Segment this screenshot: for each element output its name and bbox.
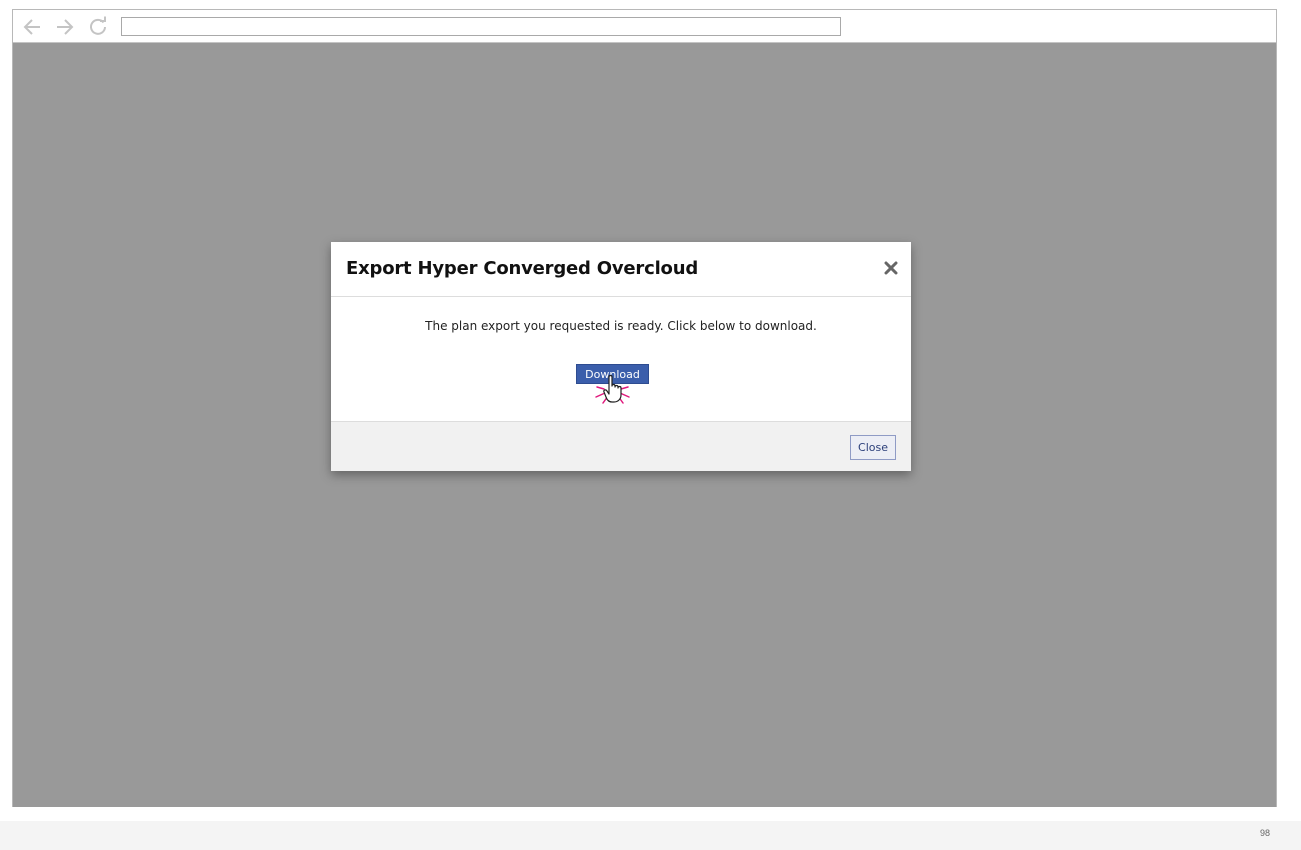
- page-number: 98: [1259, 828, 1270, 838]
- modal-body: The plan export you requested is ready. …: [331, 297, 911, 421]
- modal-title: Export Hyper Converged Overcloud: [346, 258, 699, 279]
- address-bar[interactable]: [121, 17, 841, 36]
- modal-header: Export Hyper Converged Overcloud: [331, 242, 911, 297]
- reload-icon: [90, 16, 106, 35]
- page-overlay: Export Hyper Converged Overcloud The pla…: [13, 43, 1276, 807]
- modal-footer: Close: [331, 421, 911, 471]
- back-button[interactable]: [20, 15, 44, 39]
- close-x-icon: [884, 261, 898, 275]
- close-x-button[interactable]: [883, 260, 899, 276]
- export-modal: Export Hyper Converged Overcloud The pla…: [331, 242, 911, 471]
- arrow-left-icon: [23, 19, 40, 35]
- browser-window: Export Hyper Converged Overcloud The pla…: [12, 9, 1277, 807]
- reload-button[interactable]: [86, 15, 110, 39]
- arrow-right-icon: [57, 19, 74, 35]
- download-button[interactable]: Download: [576, 364, 649, 384]
- slide-footer: 98: [0, 821, 1301, 850]
- forward-button[interactable]: [53, 15, 77, 39]
- browser-toolbar: [13, 10, 1276, 43]
- modal-message: The plan export you requested is ready. …: [425, 319, 817, 333]
- close-button[interactable]: Close: [850, 435, 896, 460]
